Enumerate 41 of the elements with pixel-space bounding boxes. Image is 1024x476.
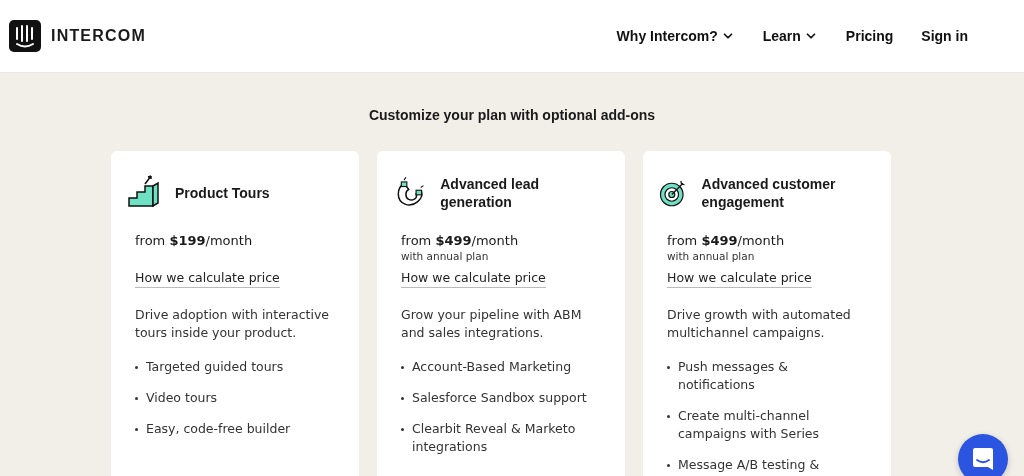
feature-text: Create multi-channel campaigns with Series [678,407,821,443]
feature-text: Salesforce Sandbox support [412,389,587,407]
bullet-icon [401,397,404,400]
price-text: from $499/month [401,233,520,248]
bullet-icon [667,415,670,418]
nav-link[interactable]: Learn [762,28,818,44]
nav-link[interactable]: Sign in [921,28,968,44]
bullet-icon [401,366,404,369]
bullet-icon [667,366,670,369]
logo-icon[interactable] [9,20,41,52]
bullet-icon [135,397,138,400]
bullet-icon [135,428,138,431]
chat-icon [972,447,994,471]
logo-text: INTERCOM [51,27,146,45]
bullet-icon [401,428,404,431]
price-note: with annual plan [667,250,756,262]
feature-text: Push messages & notifications [678,358,790,394]
nav-link[interactable]: Why Intercom? [616,28,735,44]
feature-text: Account-Based Marketing [412,358,572,376]
card-title: Product Tours [175,184,270,202]
feature-text: Video tours [146,389,218,407]
card-title: Advanced customer engagement [701,175,837,211]
calculation-link[interactable]: How we calculate price [401,270,546,288]
card-description: Drive adoption with interactive tours inside your product. [135,306,330,342]
calculation-link[interactable]: How we calculate price [667,270,812,288]
calculation-link[interactable]: How we calculate price [135,270,280,288]
price-text: from $199/month [135,233,254,248]
feature-text: Message A/B testing & [678,456,820,474]
section-title: Customize your plan with optional add-ons [367,107,657,123]
card-title: Advanced lead generation [440,175,541,211]
feature-text: Clearbit Reveal & Marketo integrations [412,420,577,456]
chat-button[interactable] [958,434,1008,476]
feature-text: Targeted guided tours [146,358,284,376]
bullet-icon [135,366,138,369]
card-description: Grow your pipeline with ABM and sales integrations. [401,306,583,342]
price-note: with annual plan [401,250,490,262]
bullet-icon [667,464,670,467]
feature-text: Easy, code-free builder [146,420,291,438]
card-description: Drive growth with automated multichannel campaigns. [667,306,852,342]
price-text: from $499/month [667,233,786,248]
nav-link[interactable]: Pricing [845,28,894,44]
